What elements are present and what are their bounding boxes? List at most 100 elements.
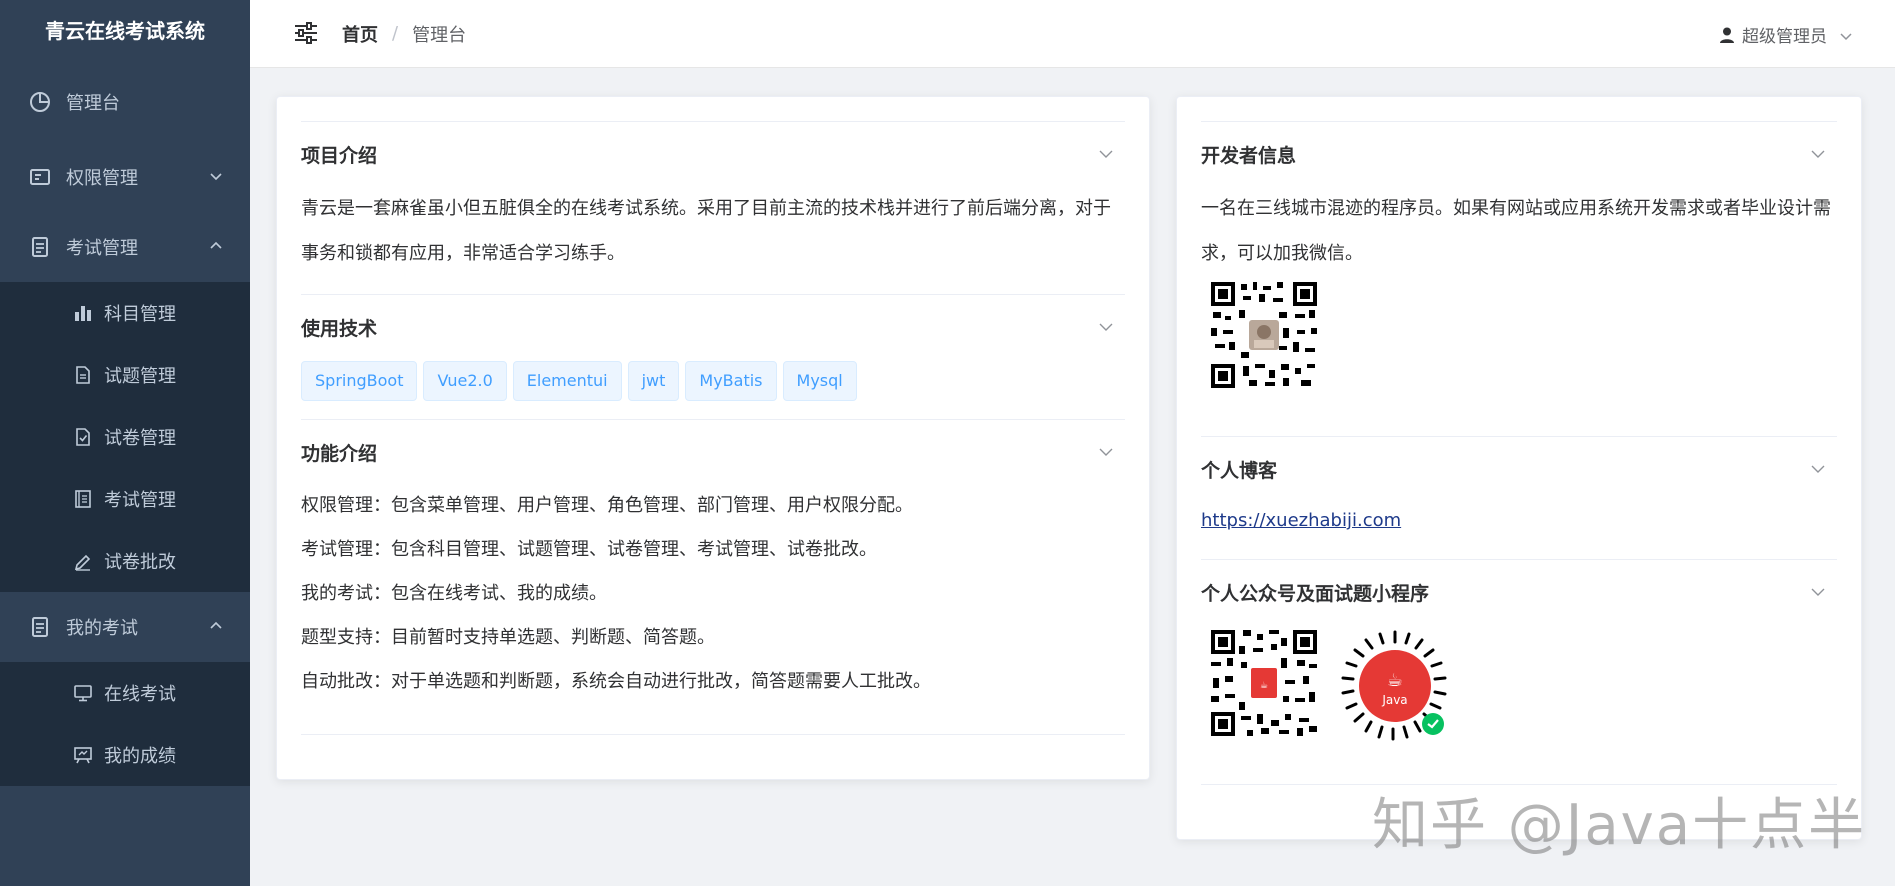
collapse-item-blog: 个人博客 https://xuezhabiji.com	[1201, 437, 1837, 560]
sidebar-item-label: 考试管理	[66, 238, 138, 259]
developer-text: 一名在三线城市混迹的程序员。如果有网站或应用系统开发需求或者毕业设计需求，可以加…	[1201, 198, 1831, 264]
sidebar-item-questions[interactable]: 试题管理	[0, 344, 250, 406]
chevron-down-icon	[1809, 145, 1827, 163]
collapse-item-developer: 开发者信息 一名在三线城市混迹的程序员。如果有网站或应用系统开发需求或者毕业设计…	[1201, 122, 1837, 437]
watermark: 知乎 @Java十点半	[1372, 793, 1867, 858]
bar-chart-icon	[72, 302, 94, 324]
sidebar-item-label: 我的成绩	[104, 746, 176, 767]
feature-line: 权限管理：包含菜单管理、用户管理、角色管理、部门管理、用户权限分配。	[301, 495, 913, 516]
feature-line: 自动批改：对于单选题和判断题，系统会自动进行批改，简答题需要人工批改。	[301, 671, 931, 692]
collapse-body-blog: https://xuezhabiji.com	[1201, 501, 1837, 559]
file-check-icon	[72, 426, 94, 448]
chevron-down-icon	[1097, 318, 1115, 336]
submenu-my-exams: 在线考试 我的成绩	[0, 662, 250, 786]
collapse-header-features[interactable]: 功能介绍	[301, 420, 1125, 484]
chevron-up-icon	[208, 238, 224, 254]
collapse-title: 项目介绍	[301, 144, 378, 167]
collapse-title: 个人博客	[1201, 459, 1278, 482]
tech-tag: jwt	[627, 361, 680, 401]
collapse-body-developer: 一名在三线城市混迹的程序员。如果有网站或应用系统开发需求或者毕业设计需求，可以加…	[1201, 186, 1837, 436]
sidebar-item-online-exam[interactable]: 在线考试	[0, 662, 250, 724]
sidebar-item-label: 试题管理	[104, 366, 176, 387]
sidebar-item-my-scores[interactable]: 我的成绩	[0, 724, 250, 786]
collapse-header-developer[interactable]: 开发者信息	[1201, 122, 1837, 186]
tech-tag: Mysql	[782, 361, 857, 401]
collapse-item-features: 功能介绍 权限管理：包含菜单管理、用户管理、角色管理、部门管理、用户权限分配。 …	[301, 420, 1125, 735]
breadcrumb: 首页 / 管理台	[342, 21, 466, 47]
tech-tag: SpringBoot	[301, 361, 418, 401]
collapse-title: 功能介绍	[301, 442, 378, 465]
chevron-down-icon	[1839, 28, 1853, 42]
edit-pen-icon	[72, 550, 94, 572]
pie-chart-icon	[28, 90, 52, 114]
svg-text:☕: ☕	[1260, 681, 1268, 691]
sidebar-item-label: 试卷管理	[104, 428, 176, 449]
collapse-header-tech[interactable]: 使用技术	[301, 295, 1125, 359]
official-account-qr-code-icon: ☕	[1209, 628, 1319, 738]
id-card-icon	[28, 165, 52, 189]
monitor-icon	[72, 682, 94, 704]
app-logo: 青云在线考试系统	[45, 19, 205, 43]
chevron-down-icon	[1809, 583, 1827, 601]
chevron-down-icon	[1809, 460, 1827, 478]
sidebar-item-label: 科目管理	[104, 304, 176, 325]
sidebar-item-label: 试卷批改	[104, 552, 176, 573]
tech-tag: Vue2.0	[423, 361, 507, 401]
document-icon	[28, 615, 52, 639]
collapse-body-features: 权限管理：包含菜单管理、用户管理、角色管理、部门管理、用户权限分配。 考试管理：…	[301, 484, 1125, 734]
sidebar-item-subjects[interactable]: 科目管理	[0, 282, 250, 344]
user-name: 超级管理员	[1742, 27, 1827, 47]
document-icon	[28, 235, 52, 259]
developer-info-card: 开发者信息 一名在三线城市混迹的程序员。如果有网站或应用系统开发需求或者毕业设计…	[1176, 96, 1862, 840]
collapse-item-wechat: 个人公众号及面试题小程序 ☕ ☕ Java	[1201, 560, 1837, 785]
sidebar-item-label: 我的考试	[66, 618, 138, 639]
tech-tag-list: SpringBoot Vue2.0 Elementui jwt MyBatis …	[301, 359, 1125, 419]
mini-program-code-icon: ☕ Java	[1341, 630, 1447, 741]
sidebar-item-exam-management[interactable]: 考试管理	[0, 212, 250, 282]
collapse-item-tech: 使用技术 SpringBoot Vue2.0 Elementui jwt MyB…	[301, 295, 1125, 420]
sidebar-item-dashboard[interactable]: 管理台	[0, 62, 250, 142]
file-icon	[72, 364, 94, 386]
sidebar-item-permissions[interactable]: 权限管理	[0, 142, 250, 212]
project-info-card: 项目介绍 青云是一套麻雀虽小但五脏俱全的在线考试系统。采用了目前主流的技术栈并进…	[276, 96, 1150, 780]
collapse-title: 开发者信息	[1201, 144, 1297, 167]
breadcrumb-separator: /	[392, 23, 399, 44]
scoreboard-icon	[72, 744, 94, 766]
collapse-header-blog[interactable]: 个人博客	[1201, 437, 1837, 501]
svg-text:☕: ☕	[1387, 670, 1403, 691]
sidebar-item-exams[interactable]: 考试管理	[0, 468, 250, 530]
sidebar-item-papers[interactable]: 试卷管理	[0, 406, 250, 468]
collapse-group: 项目介绍 青云是一套麻雀虽小但五脏俱全的在线考试系统。采用了目前主流的技术栈并进…	[301, 121, 1125, 735]
sidebar-item-label: 在线考试	[104, 684, 176, 705]
sidebar: 青云在线考试系统 管理台 权限管理 考试管理 科目管理 试题管理 试卷管理 考试…	[0, 0, 250, 886]
collapse-header-intro[interactable]: 项目介绍	[301, 122, 1125, 186]
sidebar-item-my-exams[interactable]: 我的考试	[0, 592, 250, 662]
collapse-body-wechat: ☕ ☕ Java	[1201, 624, 1837, 784]
tech-tag: Elementui	[512, 361, 622, 401]
sidebar-item-label: 权限管理	[66, 168, 138, 189]
sidebar-item-label: 考试管理	[104, 490, 176, 511]
wechat-qr-code-icon	[1209, 280, 1319, 390]
collapse-group: 开发者信息 一名在三线城市混迹的程序员。如果有网站或应用系统开发需求或者毕业设计…	[1201, 121, 1837, 785]
chevron-down-icon	[1097, 145, 1115, 163]
submenu-exam-management: 科目管理 试题管理 试卷管理 考试管理 试卷批改	[0, 282, 250, 592]
collapse-body-intro: 青云是一套麻雀虽小但五脏俱全的在线考试系统。采用了目前主流的技术栈并进行了前后端…	[301, 186, 1125, 294]
user-dropdown[interactable]: 超级管理员	[1718, 22, 1853, 47]
chevron-up-icon	[208, 618, 224, 634]
breadcrumb-current: 管理台	[412, 24, 467, 46]
hamburger-toggle-icon[interactable]	[292, 19, 322, 49]
sidebar-item-grading[interactable]: 试卷批改	[0, 530, 250, 592]
collapse-header-wechat[interactable]: 个人公众号及面试题小程序	[1201, 560, 1837, 624]
feature-line: 题型支持：目前暂时支持单选题、判断题、简答题。	[301, 627, 715, 648]
chevron-down-icon	[208, 168, 224, 184]
sidebar-item-label: 管理台	[66, 93, 120, 114]
blog-link[interactable]: https://xuezhabiji.com	[1201, 510, 1401, 531]
user-icon	[1718, 26, 1736, 44]
top-header: 首页 / 管理台 超级管理员	[250, 0, 1895, 68]
collapse-title: 个人公众号及面试题小程序	[1201, 582, 1430, 605]
notebook-icon	[72, 488, 94, 510]
intro-text: 青云是一套麻雀虽小但五脏俱全的在线考试系统。采用了目前主流的技术栈并进行了前后端…	[301, 198, 1111, 264]
breadcrumb-home-link[interactable]: 首页	[342, 21, 378, 47]
chevron-down-icon	[1097, 443, 1115, 461]
collapse-title: 使用技术	[301, 317, 378, 340]
